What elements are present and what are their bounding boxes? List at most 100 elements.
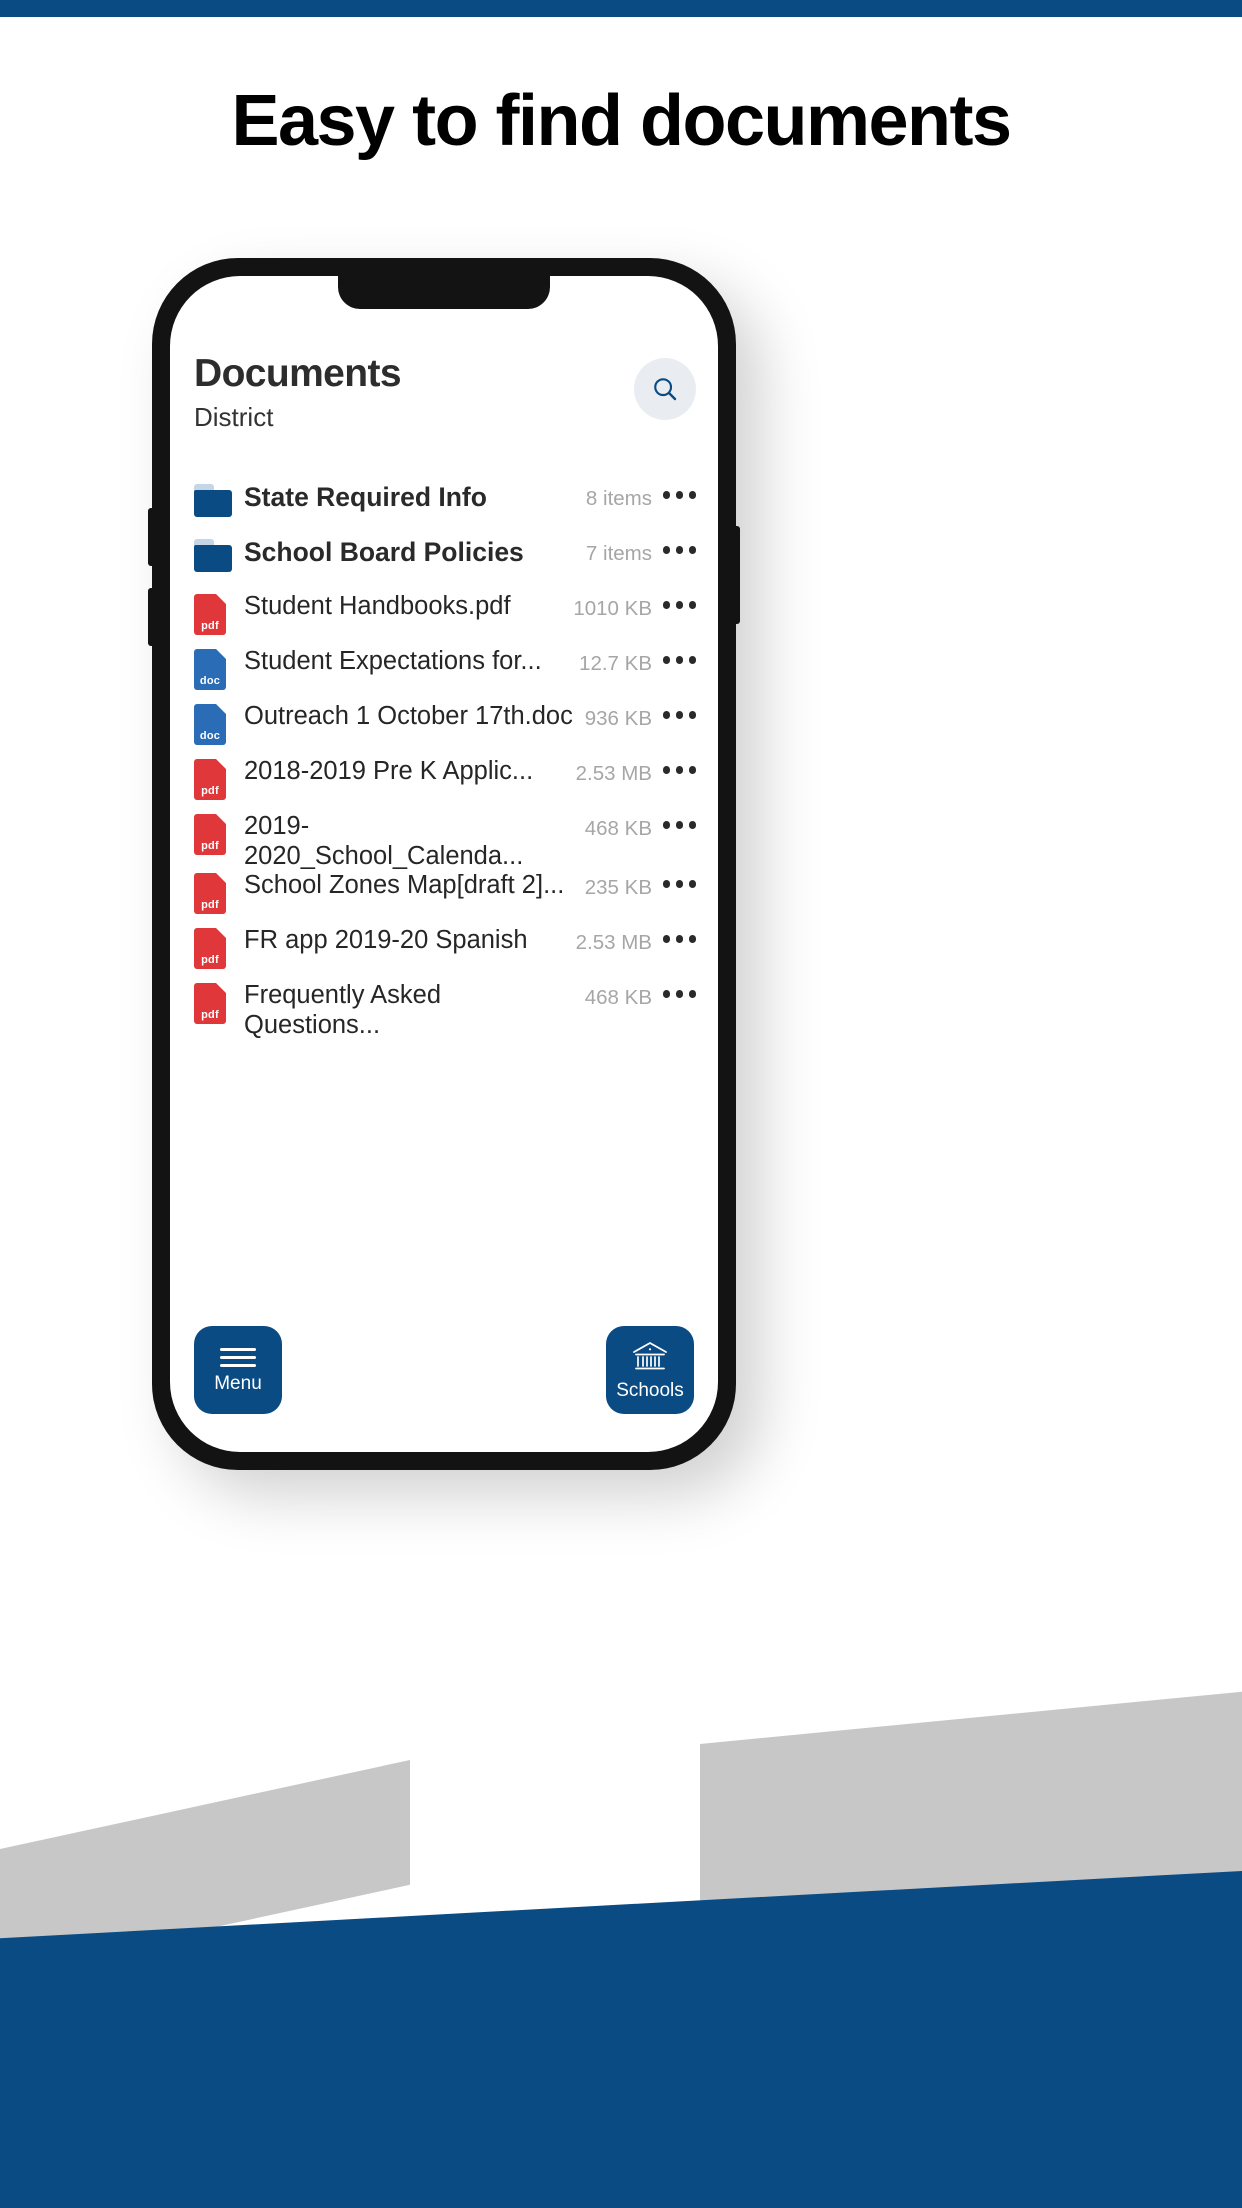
search-button[interactable]	[634, 358, 696, 420]
row-icon-cell: pdf	[194, 812, 238, 855]
phone-notch	[338, 276, 550, 309]
row-icon-cell: pdf	[194, 592, 238, 635]
more-options-icon	[662, 711, 696, 719]
hamburger-menu-icon	[220, 1347, 256, 1367]
more-options-icon	[662, 880, 696, 888]
menu-button[interactable]: Menu	[194, 1326, 282, 1414]
school-building-icon	[633, 1342, 667, 1370]
more-options-button[interactable]	[652, 702, 696, 719]
schools-button-label: Schools	[616, 1380, 684, 1401]
folder-name: School Board Policies	[244, 537, 524, 567]
document-list: State Required Info 8 items School Board P…	[170, 482, 718, 1040]
file-name: Student Expectations for...	[244, 647, 542, 675]
file-row[interactable]: pdf 2019-2020_School_Calenda... 468 KB	[170, 812, 718, 871]
file-row[interactable]: pdf Frequently Asked Questions... 468 KB	[170, 981, 718, 1040]
file-row[interactable]: doc Outreach 1 October 17th.doc 936 KB	[170, 702, 718, 757]
phone-screen: Documents District State Required Info 8 …	[170, 276, 718, 1452]
file-size: 2.53 MB	[575, 931, 652, 955]
pdf-file-icon: pdf	[194, 928, 226, 970]
file-name: Student Handbooks.pdf	[244, 592, 511, 620]
folder-name: State Required Info	[244, 482, 487, 512]
file-name: Outreach 1 October 17th.doc	[244, 702, 573, 730]
search-icon	[654, 378, 677, 401]
folder-item-count: 8 items	[585, 487, 652, 510]
folder-row[interactable]: State Required Info 8 items	[170, 482, 718, 537]
row-icon-cell: pdf	[194, 981, 238, 1025]
page-title: Easy to find documents	[231, 81, 1012, 161]
file-extension-label: doc	[199, 675, 221, 687]
doc-file-icon: doc	[194, 704, 226, 745]
more-options-icon	[662, 935, 696, 943]
screen-subtitle: District	[194, 401, 274, 432]
file-name: 2018-2019 Pre K Applic...	[244, 757, 534, 785]
pdf-file-icon: pdf	[194, 983, 226, 1025]
more-options-button[interactable]	[652, 812, 696, 829]
pdf-file-icon: pdf	[194, 594, 226, 635]
more-options-button[interactable]	[652, 871, 696, 888]
more-options-icon	[662, 990, 696, 998]
file-size: 12.7 KB	[579, 652, 652, 675]
header-title-block: Documents District	[194, 352, 402, 432]
pdf-file-icon: pdf	[194, 873, 226, 915]
file-row[interactable]: pdf 2018-2019 Pre K Applic... 2.53 MB	[170, 757, 718, 812]
row-icon-cell: pdf	[194, 926, 238, 970]
file-row[interactable]: pdf Student Handbooks.pdf 1010 KB	[170, 592, 718, 647]
power-button[interactable]	[734, 526, 740, 624]
promo-page: Easy to find documents Documents Distric…	[0, 0, 1242, 2208]
more-options-icon	[662, 821, 696, 829]
folder-icon	[194, 539, 232, 572]
file-name: School Zones Map[draft 2]...	[244, 871, 565, 900]
volume-up-button[interactable]	[148, 508, 154, 566]
folder-icon	[194, 484, 232, 517]
more-options-button[interactable]	[652, 482, 696, 499]
row-icon-cell: pdf	[194, 871, 238, 915]
pdf-file-icon: pdf	[194, 759, 226, 800]
file-size: 1010 KB	[573, 597, 652, 620]
top-accent-bar	[0, 0, 1242, 17]
bottom-nav: Menu Schools	[170, 1326, 718, 1414]
file-extension-label: pdf	[201, 785, 219, 797]
folder-row[interactable]: School Board Policies 7 items	[170, 537, 718, 592]
folder-item-count: 7 items	[585, 542, 652, 565]
file-name: FR app 2019-20 Spanish	[244, 926, 528, 955]
file-size: 235 KB	[584, 876, 652, 900]
more-options-icon	[662, 546, 696, 554]
file-extension-label: pdf	[201, 620, 219, 632]
file-extension-label: doc	[199, 730, 221, 742]
row-icon-cell: pdf	[194, 757, 238, 800]
phone-mockup: Documents District State Required Info 8 …	[148, 258, 740, 1470]
row-icon-cell	[194, 537, 238, 572]
app-header: Documents District	[170, 352, 718, 432]
file-extension-label: pdf	[201, 840, 219, 852]
pdf-file-icon: pdf	[194, 814, 226, 855]
more-options-icon	[662, 491, 696, 499]
more-options-icon	[662, 656, 696, 664]
more-options-icon	[662, 601, 696, 609]
file-extension-label: pdf	[201, 954, 219, 967]
file-size: 2.53 MB	[575, 762, 652, 785]
file-name: Frequently Asked Questions...	[244, 981, 442, 1039]
more-options-icon	[662, 766, 696, 774]
row-icon-cell	[194, 482, 238, 517]
more-options-button[interactable]	[652, 537, 696, 554]
file-size: 468 KB	[584, 986, 652, 1010]
screen-title: Documents	[194, 352, 402, 395]
file-name: 2019-2020_School_Calenda...	[244, 812, 524, 870]
volume-down-button[interactable]	[148, 588, 154, 646]
file-size: 468 KB	[584, 817, 652, 840]
doc-file-icon: doc	[194, 649, 226, 690]
file-size: 936 KB	[584, 707, 652, 730]
menu-button-label: Menu	[214, 1372, 262, 1394]
file-row[interactable]: doc Student Expectations for... 12.7 KB	[170, 647, 718, 702]
row-icon-cell: doc	[194, 702, 238, 745]
more-options-button[interactable]	[652, 926, 696, 943]
file-extension-label: pdf	[201, 899, 219, 912]
more-options-button[interactable]	[652, 592, 696, 609]
more-options-button[interactable]	[652, 647, 696, 664]
row-icon-cell: doc	[194, 647, 238, 690]
more-options-button[interactable]	[652, 757, 696, 774]
more-options-button[interactable]	[652, 981, 696, 998]
schools-button[interactable]: Schools	[606, 1326, 694, 1414]
file-row[interactable]: pdf FR app 2019-20 Spanish 2.53 MB	[170, 926, 718, 981]
file-row[interactable]: pdf School Zones Map[draft 2]... 235 KB	[170, 871, 718, 926]
